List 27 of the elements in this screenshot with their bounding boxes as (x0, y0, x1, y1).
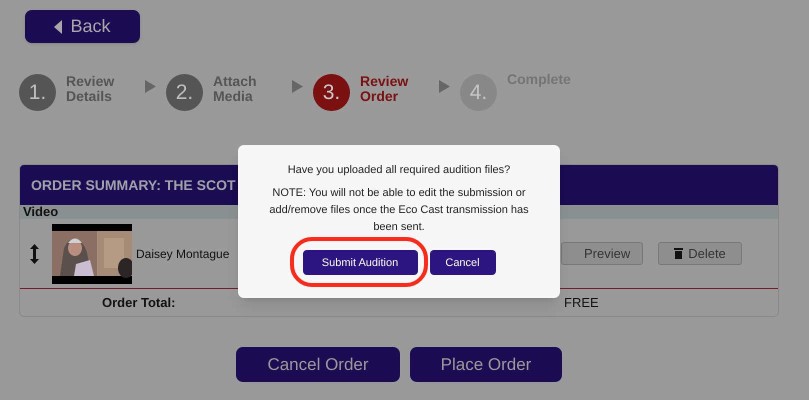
step-number: 1. (19, 74, 56, 111)
step-number: 3. (313, 74, 350, 111)
preview-button[interactable]: Preview (561, 242, 643, 265)
total-value: FREE (564, 294, 599, 312)
back-icon (54, 20, 62, 34)
dialog-question: Have you uploaded all required audition files? (288, 163, 510, 178)
step-label: Review Order (360, 74, 410, 104)
performer-name: Daisey Montague (136, 246, 230, 262)
total-label: Order Total: (102, 294, 176, 312)
dialog-button[interactable]: Submit Audition (302, 250, 418, 276)
arrow-icon (292, 80, 303, 93)
column-header: Video (23, 205, 58, 219)
arrow-icon (145, 80, 156, 93)
footer-button[interactable]: Place Order (410, 347, 562, 382)
step-number: 4. (460, 74, 497, 111)
step-label: Review Details (66, 74, 116, 104)
back-button[interactable]: Back (25, 10, 140, 43)
dialog-note: NOTE: You will not be able to edit the submission or add/remove files once the Eco Cast transmission has been sent. (268, 186, 530, 234)
move-icon[interactable] (30, 244, 38, 264)
arrow-icon (439, 80, 450, 93)
footer-button[interactable]: Cancel Order (236, 347, 400, 382)
card-title: ORDER SUMMARY: THE SCOT (31, 176, 236, 194)
trash-icon (674, 248, 684, 259)
delete-button[interactable]: Delete (658, 242, 742, 265)
step-label: Attach Media (213, 74, 258, 104)
dialog-button[interactable]: Cancel (430, 250, 496, 276)
step-number: 2. (166, 74, 203, 111)
